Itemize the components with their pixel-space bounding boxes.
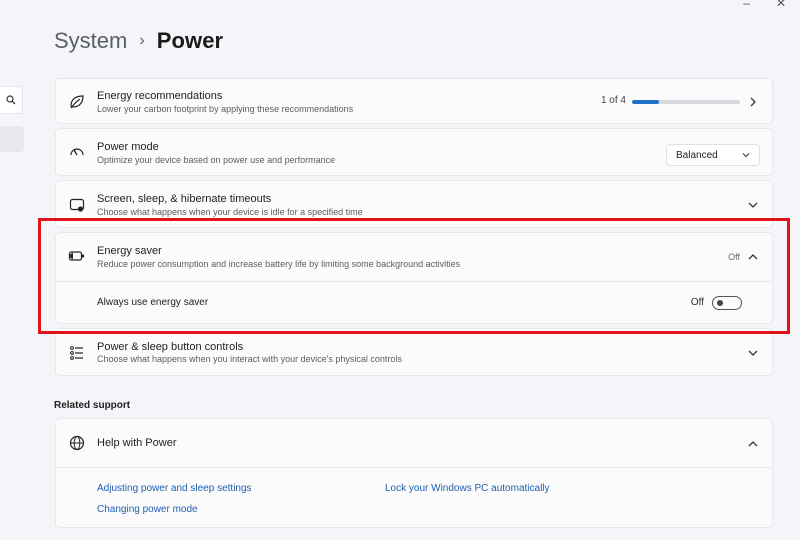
row-subtitle: Choose what happens when your device is … [97,207,363,217]
screen-sleep-icon [68,196,86,214]
help-card-title: Help with Power [97,437,177,449]
help-with-power-header[interactable]: Help with Power [56,419,772,467]
link-changing-power-mode[interactable]: Changing power mode [97,504,198,515]
chevron-up-icon[interactable] [746,437,760,451]
breadcrumb-separator: › [139,32,145,49]
nav-search-button[interactable] [0,86,23,114]
progress-fill [632,100,659,104]
recommendations-progress-bar [632,100,740,104]
row-title: Power mode [97,141,159,153]
globe-icon [68,434,86,452]
search-icon [6,95,16,105]
row-subtitle: Lower your carbon footprint by applying … [97,104,354,114]
row-subtitle: Optimize your device based on power use … [97,155,336,165]
row-subtitle: Choose what happens when you interact wi… [97,354,402,364]
link-lock-pc-automatically[interactable]: Lock your Windows PC automatically [385,483,550,494]
chevron-down-icon[interactable] [746,198,760,212]
chevron-right-icon[interactable] [746,95,760,109]
nav-selected-item[interactable] [0,126,24,152]
dropdown-value: Balanced [676,150,718,161]
chevron-down-icon[interactable] [746,346,760,360]
row-title: Screen, sleep, & hibernate timeouts [97,193,272,205]
link-adjusting-power-sleep[interactable]: Adjusting power and sleep settings [97,483,252,494]
highlight-frame [38,218,790,334]
divider [56,467,772,468]
gauge-icon [68,143,86,161]
window-controls: – ✕ [743,0,786,10]
power-sleep-buttons-card[interactable]: Power & sleep button controls Choose wha… [55,328,773,376]
row-title: Power & sleep button controls [97,341,244,353]
chevron-down-icon [742,153,750,158]
leaf-icon [68,93,86,111]
help-with-power-card: Help with Power Adjusting power and slee… [55,418,773,528]
close-icon[interactable]: ✕ [776,0,786,10]
minimize-icon[interactable]: – [743,0,750,10]
page-title: Power [156,28,224,53]
button-controls-icon [68,344,86,362]
energy-recommendations-card[interactable]: Energy recommendations Lower your carbon… [55,78,773,124]
power-mode-dropdown[interactable]: Balanced [666,144,760,166]
power-mode-card: Power mode Optimize your device based on… [55,128,773,176]
recommendations-count: 1 of 4 [600,95,626,106]
related-support-heading: Related support [54,400,131,411]
breadcrumb: System › Power [54,28,223,54]
row-title: Energy recommendations [97,90,223,102]
breadcrumb-system-link[interactable]: System [54,28,127,54]
